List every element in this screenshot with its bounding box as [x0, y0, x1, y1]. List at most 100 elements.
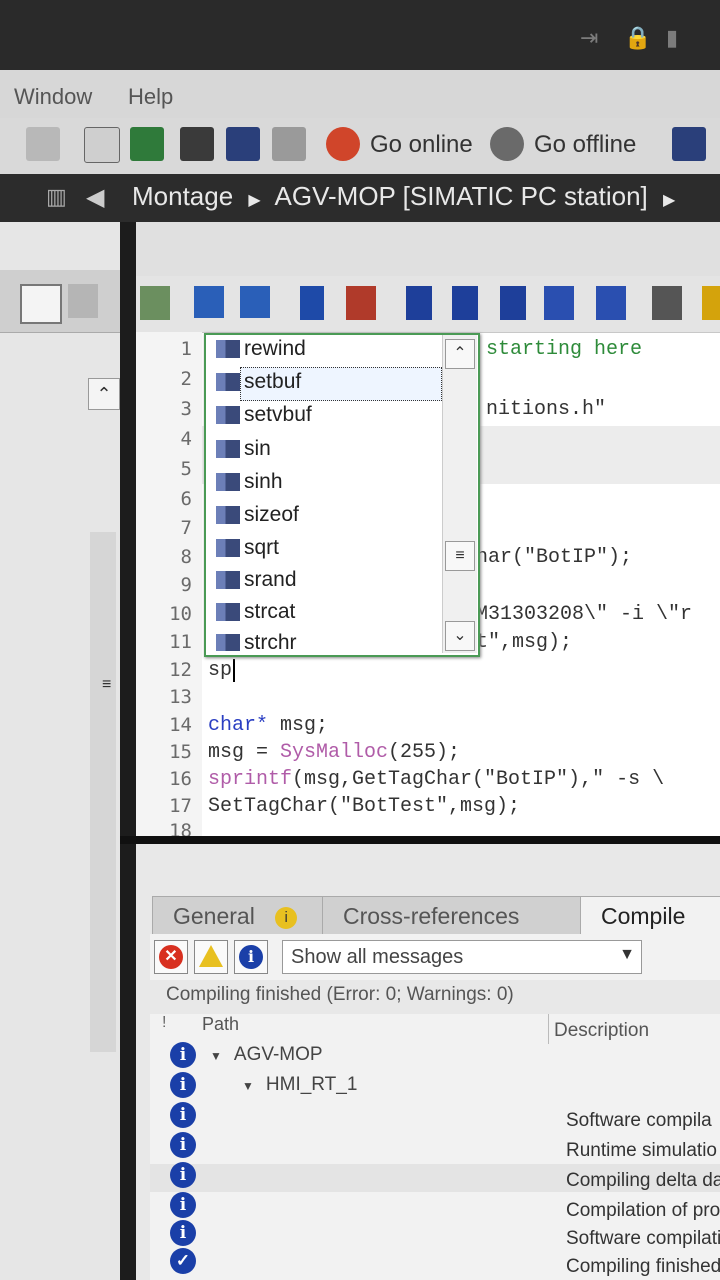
autocomplete-item[interactable]: sinh — [216, 470, 283, 500]
outdent-icon[interactable] — [240, 286, 270, 318]
accessible-devices-icon[interactable] — [672, 127, 706, 161]
tab-compile[interactable]: Compile — [580, 896, 720, 935]
left-scrollbar[interactable] — [90, 532, 116, 1052]
code-function: sprintf — [208, 768, 293, 791]
code-line-11[interactable]: t",msg); — [476, 631, 572, 654]
column-divider[interactable] — [548, 1014, 549, 1044]
chevron-left-icon[interactable]: ◀ — [86, 183, 104, 212]
message-description[interactable]: Software compilati — [566, 1228, 720, 1250]
success-check-icon: ✓ — [170, 1248, 196, 1274]
code-line-16[interactable]: sprintf(msg,GetTagChar("BotIP")," -s \ — [208, 768, 664, 791]
code-line-14[interactable]: char* msg; — [208, 714, 328, 737]
autocomplete-label: sizeof — [244, 503, 299, 526]
code-line-17[interactable]: SetTagChar("BotTest",msg); — [208, 795, 520, 818]
warning-icon[interactable] — [702, 286, 720, 320]
format-icon[interactable] — [596, 286, 626, 320]
scroll-up-icon[interactable]: ⌃ — [445, 339, 475, 369]
check-syntax-icon[interactable] — [140, 286, 170, 320]
breadcrumb-station[interactable]: AGV-MOP [SIMATIC PC station] — [275, 181, 648, 211]
export-icon[interactable] — [68, 284, 98, 318]
code-line-15[interactable]: msg = SysMalloc(255); — [208, 741, 460, 764]
uncomment-icon[interactable] — [346, 286, 376, 320]
autocomplete-item[interactable]: sin — [216, 437, 271, 467]
column-header-description[interactable]: Description — [554, 1020, 649, 1042]
function-icon — [216, 539, 240, 558]
bookmark-icon[interactable] — [406, 286, 432, 320]
start-runtime-icon[interactable] — [272, 127, 306, 161]
scroll-up-button[interactable]: ⌃ — [88, 378, 120, 410]
comment-icon[interactable] — [300, 286, 324, 320]
go-offline-icon[interactable] — [490, 127, 524, 161]
expand-arrow-icon[interactable]: ▼ — [242, 1079, 254, 1093]
autocomplete-item-selected[interactable]: setbuf — [216, 370, 301, 400]
code-text: msg = — [208, 741, 281, 764]
message-filter-select[interactable]: Show all messages ▼ — [282, 940, 642, 974]
tab-label: Compile — [601, 903, 686, 929]
panel-divider[interactable] — [120, 836, 720, 844]
autocomplete-item[interactable]: srand — [216, 568, 297, 598]
expand-arrow-icon[interactable]: ▼ — [210, 1049, 222, 1063]
indent-icon[interactable] — [194, 286, 224, 318]
message-description[interactable]: Compilation of pro — [566, 1200, 720, 1222]
code-include[interactable]: nitions.h" — [486, 398, 606, 421]
column-header-flag[interactable]: ! — [162, 1014, 166, 1032]
autocomplete-label: sinh — [244, 470, 283, 493]
function-icon — [216, 373, 240, 392]
message-description[interactable]: Compiling finished — [566, 1256, 720, 1278]
info-filter-button[interactable]: i — [234, 940, 268, 974]
autocomplete-item[interactable]: sqrt — [216, 536, 279, 566]
message-description[interactable]: Software compila — [566, 1110, 712, 1132]
autocomplete-item[interactable]: rewind — [216, 337, 306, 367]
autocomplete-label: sqrt — [244, 536, 280, 559]
code-line-10[interactable]: M31303208\" -i \"r — [476, 603, 692, 626]
properties-icon[interactable] — [652, 286, 682, 320]
prev-bookmark-icon[interactable] — [452, 286, 478, 320]
breadcrumb-montage[interactable]: Montage — [132, 181, 233, 211]
column-header-path[interactable]: Path — [202, 1014, 239, 1035]
tree-row-child[interactable]: ▼ HMI_RT_1 — [242, 1074, 357, 1096]
scroll-thumb-grip-icon[interactable]: ≡ — [445, 541, 475, 571]
pin-icon[interactable]: ⇥ — [580, 25, 598, 51]
splitter-grip-icon[interactable]: ≡ — [102, 676, 111, 694]
scroll-down-icon[interactable]: ⌄ — [445, 621, 475, 651]
message-description[interactable]: Runtime simulatio — [566, 1140, 717, 1162]
compile-icon[interactable] — [84, 127, 120, 163]
tab-cross-references[interactable]: Cross-references — [322, 896, 582, 936]
function-icon — [216, 473, 240, 492]
autocomplete-item[interactable]: sizeof — [216, 503, 299, 533]
code-line-12[interactable]: sp — [208, 659, 236, 682]
autocomplete-label: rewind — [244, 337, 306, 360]
function-icon — [216, 506, 240, 525]
autocomplete-item[interactable]: strcat — [216, 600, 295, 630]
menu-window[interactable]: Window — [14, 84, 92, 110]
menu-help[interactable]: Help — [128, 84, 173, 110]
code-comment[interactable]: starting here — [486, 338, 642, 361]
cut-icon[interactable] — [26, 127, 60, 161]
code-line-8[interactable]: har("BotIP"); — [476, 546, 632, 569]
errors-filter-button[interactable]: ✕ — [154, 940, 188, 974]
lock-icon[interactable]: 🔒 — [624, 25, 651, 51]
warnings-filter-button[interactable] — [194, 940, 228, 974]
code-keyword: char* — [208, 714, 269, 737]
autocomplete-scrollbar[interactable]: ⌃ ≡ ⌄ — [442, 335, 477, 653]
function-icon — [216, 571, 240, 590]
go-online-icon[interactable] — [326, 127, 360, 161]
upload-icon[interactable] — [180, 127, 214, 161]
panel-icon[interactable]: ▥ — [46, 184, 67, 210]
autocomplete-item[interactable]: setvbuf — [216, 403, 312, 433]
message-description[interactable]: Compiling delta da — [566, 1170, 720, 1192]
next-bookmark-icon[interactable] — [500, 286, 526, 320]
tree-row-root[interactable]: ▼ AGV-MOP — [210, 1044, 323, 1066]
table-view-icon[interactable] — [20, 284, 62, 324]
line-number: 4 — [180, 428, 192, 450]
tab-general[interactable]: General i — [152, 896, 328, 936]
go-offline-button[interactable]: Go offline — [534, 131, 636, 159]
tree-label: HMI_RT_1 — [265, 1074, 358, 1095]
autocomplete-item[interactable]: strchr — [216, 631, 297, 651]
autocomplete-label: sin — [244, 437, 271, 460]
download-icon[interactable] — [130, 127, 164, 161]
simulation-icon[interactable] — [226, 127, 260, 161]
go-online-button[interactable]: Go online — [370, 131, 473, 159]
info-icon: i — [170, 1102, 196, 1128]
clear-bookmarks-icon[interactable] — [544, 286, 574, 320]
